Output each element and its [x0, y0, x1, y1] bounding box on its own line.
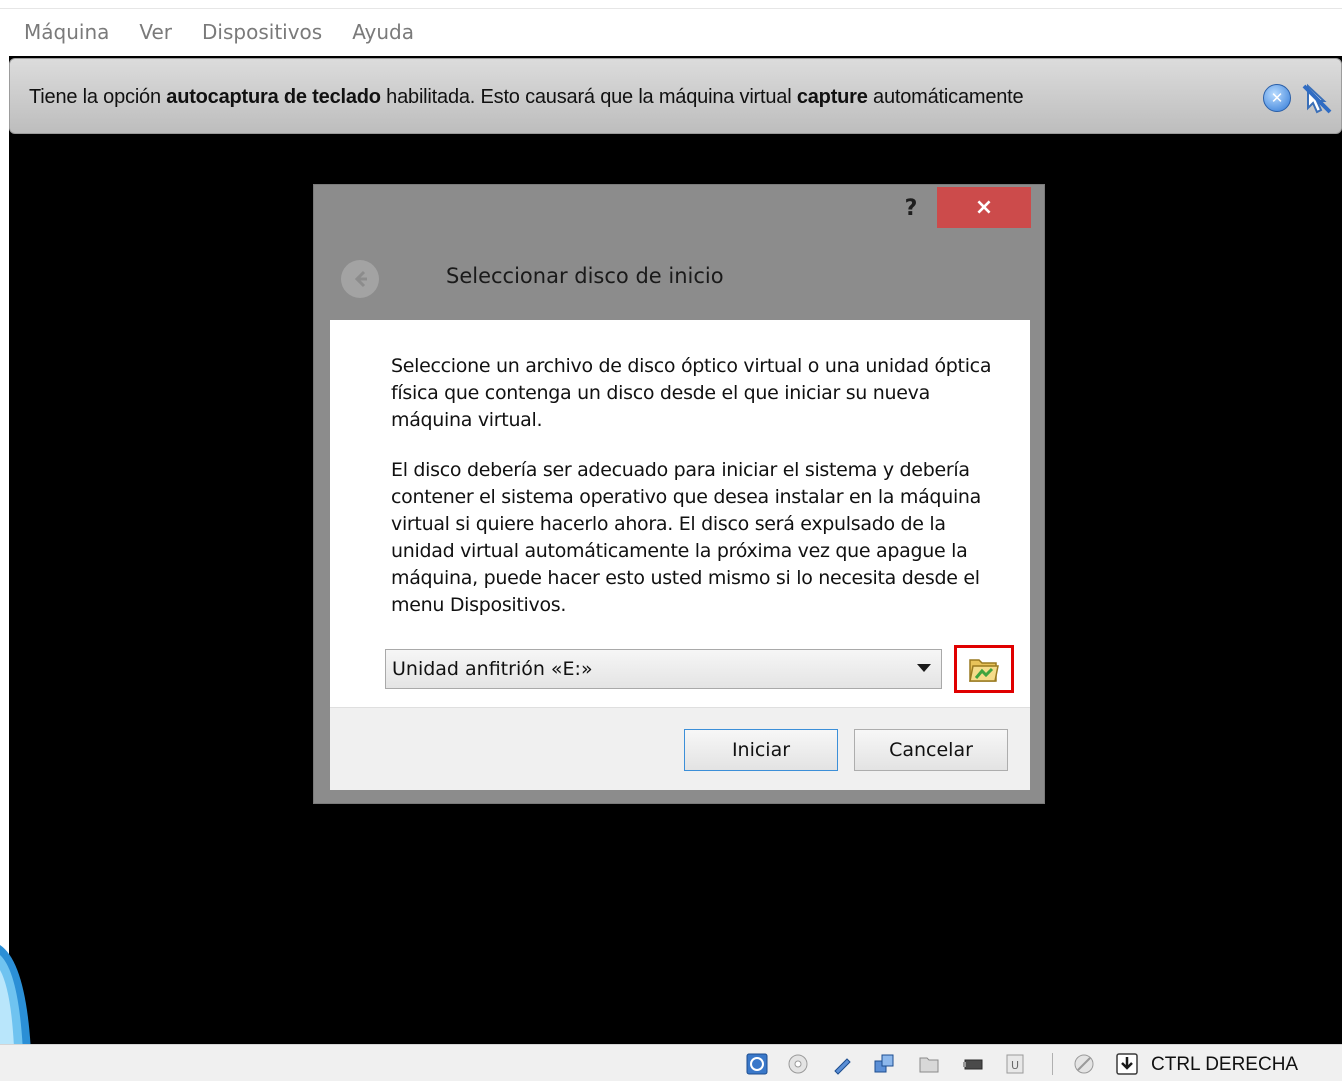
back-arrow-icon — [341, 260, 379, 298]
menu-ver[interactable]: Ver — [121, 20, 188, 44]
menu-bar: Máquina Ver Dispositivos Ayuda — [0, 9, 1342, 55]
status-separator — [1052, 1053, 1053, 1075]
keyboard-capture-icon[interactable] — [1116, 1053, 1138, 1075]
menu-dispositivos[interactable]: Dispositivos — [184, 20, 338, 44]
notice-part2: habilitada. Esto causará que la máquina … — [380, 86, 797, 108]
optical-disk-icon[interactable] — [787, 1053, 809, 1075]
dialog-title: Seleccionar disco de inicio — [446, 264, 724, 288]
display-icon[interactable] — [962, 1053, 984, 1075]
video-capture-icon[interactable]: U — [1004, 1053, 1026, 1075]
notice-part1: Tiene la opción — [29, 86, 167, 108]
disk-select-combobox[interactable]: Unidad anfitrión «E:» — [385, 649, 942, 689]
host-key-label: CTRL DERECHA — [1151, 1054, 1299, 1075]
status-bar: U CTRL DERECHA — [0, 1044, 1342, 1081]
cancel-button[interactable]: Cancelar — [854, 729, 1008, 771]
folder-icon — [969, 659, 999, 682]
help-button[interactable]: ? — [894, 191, 928, 225]
window-top-edge — [0, 0, 1342, 9]
notice-bold1: autocaptura de teclado — [166, 86, 381, 108]
notice-close-icon[interactable]: ✕ — [1263, 84, 1291, 112]
mouse-pointer-disabled-icon[interactable] — [1300, 82, 1334, 116]
dialog-content: Seleccione un archivo de disco óptico vi… — [330, 320, 1030, 707]
close-button[interactable]: × — [937, 187, 1031, 228]
usb-icon[interactable] — [831, 1053, 853, 1075]
mouse-integration-icon[interactable] — [1073, 1053, 1095, 1075]
auto-capture-notice: Tiene la opción autocaptura de teclado h… — [9, 58, 1342, 134]
start-button[interactable]: Iniciar — [684, 729, 838, 771]
description-paragraph-2: El disco debería ser adecuado para inici… — [391, 459, 982, 616]
choose-disk-file-button[interactable] — [954, 645, 1014, 693]
description-paragraph-1: Seleccione un archivo de disco óptico vi… — [391, 355, 992, 431]
menu-maquina[interactable]: Máquina — [0, 20, 125, 44]
hard-disk-icon[interactable] — [746, 1053, 768, 1075]
notice-bold2: capture — [796, 86, 868, 108]
notice-part3: automáticamente — [867, 86, 1024, 108]
combo-value: Unidad anfitrión «E:» — [392, 658, 593, 680]
menu-ayuda[interactable]: Ayuda — [334, 20, 430, 44]
select-boot-disk-dialog: ? × Seleccionar disco de inicio Seleccio… — [313, 184, 1045, 804]
svg-text:U: U — [1011, 1059, 1019, 1072]
notice-text: Tiene la opción autocaptura de teclado h… — [29, 86, 1024, 109]
network-icon[interactable] — [873, 1053, 895, 1075]
chevron-down-icon — [917, 664, 931, 672]
dialog-footer: Iniciar Cancelar — [330, 707, 1030, 790]
shared-folder-icon[interactable] — [918, 1053, 940, 1075]
